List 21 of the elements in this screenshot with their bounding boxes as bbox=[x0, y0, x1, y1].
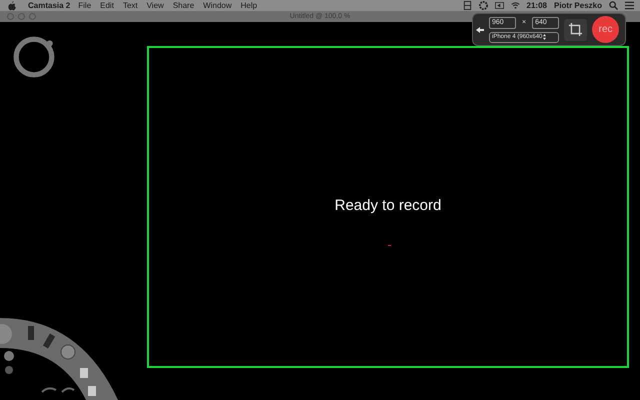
clock[interactable]: 21:08 bbox=[526, 1, 547, 10]
recording-frame[interactable]: Ready to record bbox=[147, 46, 629, 368]
apple-icon[interactable] bbox=[8, 0, 16, 10]
menu-item[interactable]: Text bbox=[122, 1, 138, 10]
updown-arrow-icon bbox=[543, 34, 546, 40]
menu-item[interactable]: Help bbox=[240, 1, 258, 10]
list-icon[interactable] bbox=[625, 1, 634, 10]
status-text: Ready to record bbox=[334, 197, 442, 214]
crop-icon bbox=[569, 23, 582, 36]
app-name[interactable]: Camtasia 2 bbox=[28, 1, 70, 10]
menu-item[interactable]: View bbox=[146, 1, 164, 10]
user-name[interactable]: Piotr Peszko bbox=[554, 1, 602, 10]
menu-item[interactable]: Window bbox=[203, 1, 232, 10]
search-icon[interactable] bbox=[609, 1, 618, 10]
arrow-left-icon[interactable] bbox=[476, 26, 484, 32]
menu-item[interactable]: File bbox=[78, 1, 92, 10]
crop-button[interactable] bbox=[564, 18, 588, 40]
wifi-icon[interactable] bbox=[510, 1, 520, 10]
menu-item[interactable]: Edit bbox=[100, 1, 114, 10]
menu-item[interactable]: Share bbox=[172, 1, 194, 10]
gear-icon[interactable] bbox=[478, 1, 488, 10]
